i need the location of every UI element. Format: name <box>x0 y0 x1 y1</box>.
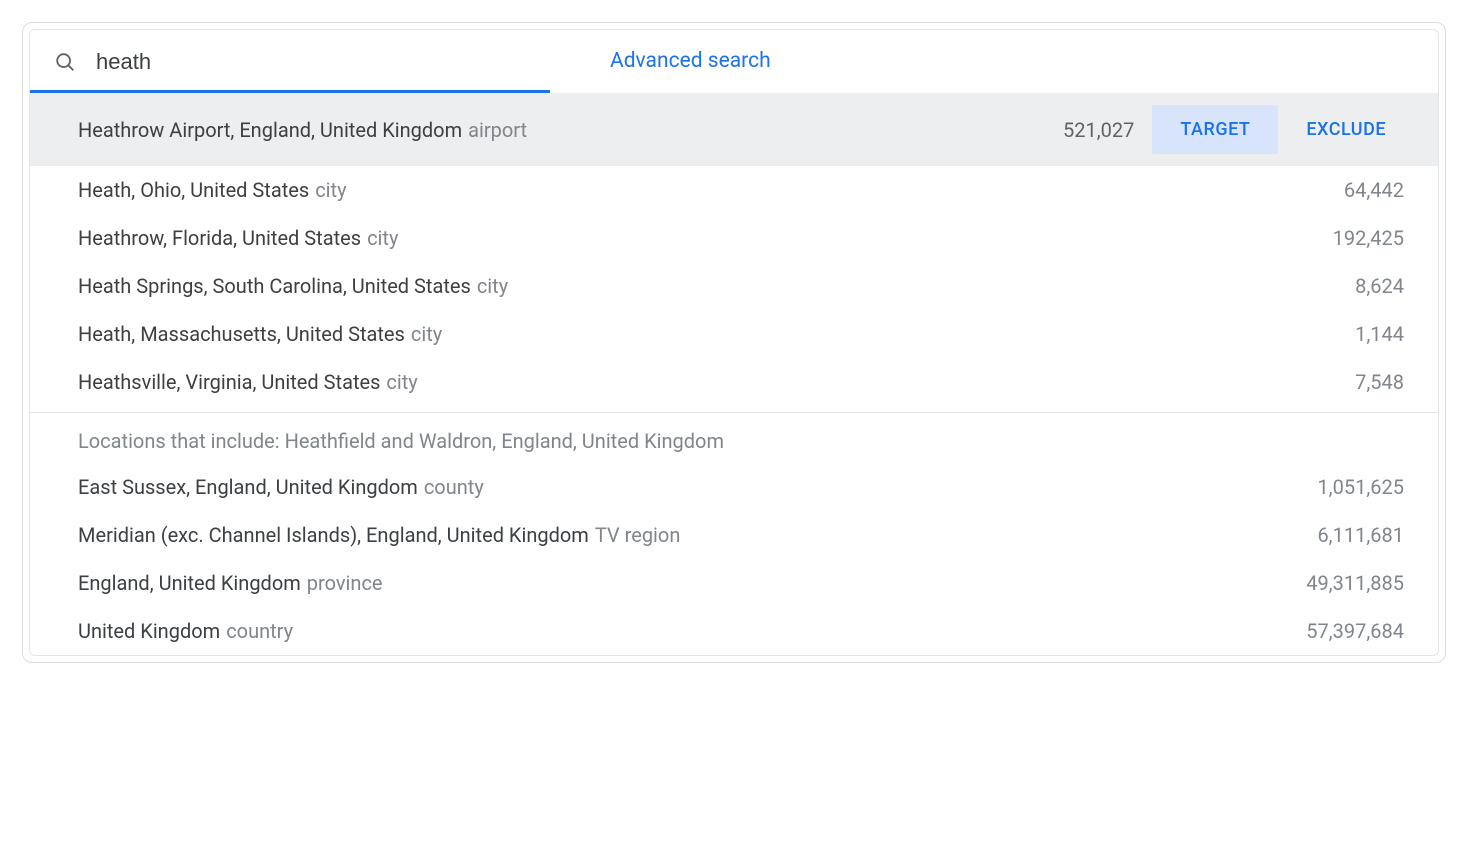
location-row[interactable]: Heathsville, Virginia, United States cit… <box>30 358 1438 406</box>
location-row[interactable]: East Sussex, England, United Kingdom cou… <box>30 463 1438 511</box>
location-reach: 57,397,684 <box>1194 619 1414 643</box>
location-row[interactable]: Heathrow Airport, England, United Kingdo… <box>30 93 1438 166</box>
location-row[interactable]: England, United Kingdom province 49,311,… <box>30 559 1438 607</box>
location-reach: 64,442 <box>1194 178 1414 202</box>
search-input[interactable] <box>94 48 532 76</box>
search-container <box>30 30 550 93</box>
target-button[interactable]: TARGET <box>1152 105 1278 154</box>
include-header: Locations that include: Heathfield and W… <box>30 413 1438 463</box>
location-name: Heath, Ohio, United States <box>78 178 309 202</box>
location-row[interactable]: Heath, Ohio, United States city 64,442 <box>30 166 1438 214</box>
location-row[interactable]: Heath, Massachusetts, United States city… <box>30 310 1438 358</box>
topbar: Advanced search <box>30 30 1438 93</box>
location-name: Heathrow, Florida, United States <box>78 226 361 250</box>
location-row[interactable]: Heath Springs, South Carolina, United St… <box>30 262 1438 310</box>
location-name: Meridian (exc. Channel Islands), England… <box>78 523 589 547</box>
location-reach: 1,051,625 <box>1194 475 1414 499</box>
location-reach: 192,425 <box>1194 226 1414 250</box>
location-type: city <box>367 226 398 250</box>
location-reach: 1,144 <box>1194 322 1414 346</box>
location-reach: 7,548 <box>1194 370 1414 394</box>
location-type: city <box>386 370 417 394</box>
location-row[interactable]: United Kingdom country 57,397,684 <box>30 607 1438 655</box>
location-type: city <box>477 274 508 298</box>
location-type: country <box>226 619 293 643</box>
advanced-search-container: Advanced search <box>550 30 1438 93</box>
row-actions: TARGET EXCLUDE <box>1152 105 1414 154</box>
location-type: TV region <box>595 523 681 547</box>
search-icon <box>54 51 76 73</box>
location-name: Heathsville, Virginia, United States <box>78 370 380 394</box>
location-panel: Advanced search Heathrow Airport, Englan… <box>29 29 1439 656</box>
exclude-button[interactable]: EXCLUDE <box>1278 105 1414 154</box>
location-row[interactable]: Meridian (exc. Channel Islands), England… <box>30 511 1438 559</box>
location-name: Heath Springs, South Carolina, United St… <box>78 274 471 298</box>
location-name: East Sussex, England, United Kingdom <box>78 475 418 499</box>
location-type: city <box>411 322 442 346</box>
location-reach: 521,027 <box>924 118 1144 142</box>
location-type: province <box>307 571 383 595</box>
location-type: city <box>315 178 346 202</box>
location-name: England, United Kingdom <box>78 571 301 595</box>
location-row[interactable]: Heathrow, Florida, United States city 19… <box>30 214 1438 262</box>
location-type: county <box>424 475 484 499</box>
location-name: Heath, Massachusetts, United States <box>78 322 405 346</box>
advanced-search-link[interactable]: Advanced search <box>610 49 771 73</box>
location-type: airport <box>468 118 527 142</box>
location-reach: 8,624 <box>1194 274 1414 298</box>
results-list: Heathrow Airport, England, United Kingdo… <box>30 93 1438 655</box>
location-name: Heathrow Airport, England, United Kingdo… <box>78 118 462 142</box>
location-name: United Kingdom <box>78 619 220 643</box>
outer-frame: Advanced search Heathrow Airport, Englan… <box>22 22 1446 663</box>
location-reach: 6,111,681 <box>1194 523 1414 547</box>
location-reach: 49,311,885 <box>1194 571 1414 595</box>
